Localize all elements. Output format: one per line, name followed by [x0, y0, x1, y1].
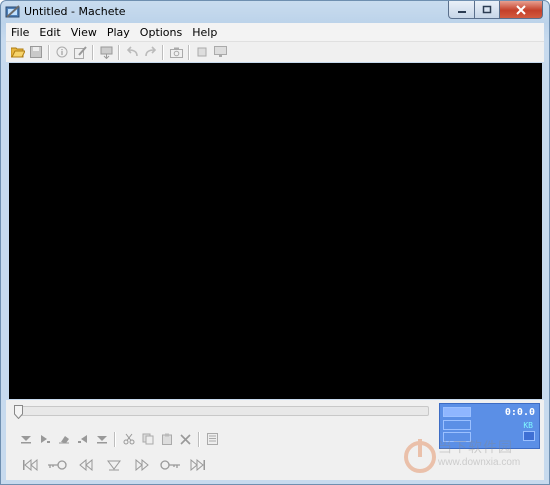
save-icon: [30, 46, 42, 58]
maximize-button[interactable]: [475, 1, 500, 19]
cut-button[interactable]: [119, 430, 138, 448]
rewind-icon: [79, 459, 93, 471]
down-triangle-icon: [107, 460, 121, 471]
menu-bar: File Edit View Play Options Help: [6, 23, 544, 41]
goto-selection-end-button[interactable]: [73, 430, 92, 448]
go-to-start-button[interactable]: [16, 456, 44, 474]
set-position-button[interactable]: [100, 456, 128, 474]
key-left-icon: [48, 460, 67, 470]
window-title: Untitled - Machete: [24, 5, 126, 18]
step-back-button[interactable]: [72, 456, 100, 474]
edit-tags-button[interactable]: [71, 43, 89, 61]
menu-help[interactable]: Help: [187, 26, 222, 39]
maximize-icon: [482, 5, 492, 13]
save-button[interactable]: [27, 43, 45, 61]
mark-in-icon: [20, 436, 31, 444]
previous-keyframe-button[interactable]: [44, 456, 72, 474]
menu-view[interactable]: View: [66, 26, 102, 39]
eraser-icon: [58, 436, 69, 444]
clear-selection-button[interactable]: [54, 430, 73, 448]
snapshot-icon: [169, 47, 183, 58]
mark-out-icon: [96, 436, 107, 444]
goto-start-icon: [40, 435, 50, 443]
info-icon: [56, 46, 68, 58]
watermark-cn-text: 当下软件园: [438, 439, 513, 455]
minimize-button[interactable]: [448, 1, 475, 19]
goto-end-icon: [77, 435, 87, 443]
menu-file[interactable]: File: [6, 26, 34, 39]
copy-icon: [142, 433, 153, 445]
time-display: 0:0.0: [504, 407, 535, 418]
minimize-icon: [457, 10, 466, 13]
size-unit-label: KB: [523, 421, 533, 430]
snapshot-button[interactable]: [167, 43, 185, 61]
app-window: Untitled - Machete File Edit View Play O…: [0, 0, 550, 485]
close-button[interactable]: [500, 1, 543, 19]
edit-toolbar: [16, 430, 222, 448]
mark-in-button[interactable]: [16, 430, 35, 448]
undo-icon: [126, 46, 138, 57]
counter-indicator: [443, 407, 471, 417]
fullscreen-button[interactable]: [211, 43, 229, 61]
goto-selection-start-button[interactable]: [35, 430, 54, 448]
properties-button[interactable]: [203, 430, 222, 448]
position-slider[interactable]: [16, 406, 429, 416]
delete-button[interactable]: [176, 430, 195, 448]
paste-icon: [161, 433, 172, 445]
title-bar[interactable]: Untitled - Machete: [1, 1, 549, 23]
watermark: 当下软件园 www.downxia.com: [401, 431, 549, 484]
menu-options[interactable]: Options: [135, 26, 187, 39]
position-slider-thumb[interactable]: [14, 404, 23, 420]
delete-icon: [180, 433, 191, 445]
counter-field: [443, 420, 471, 430]
paste-button[interactable]: [157, 430, 176, 448]
skip-start-icon: [23, 459, 38, 471]
fast-forward-icon: [135, 459, 149, 471]
watermark-logo: [404, 439, 436, 473]
export-icon: [100, 46, 112, 59]
key-right-icon: [160, 460, 180, 470]
next-keyframe-button[interactable]: [156, 456, 184, 474]
open-icon: [11, 47, 25, 58]
edit-tags-icon: [73, 45, 87, 59]
playback-controls: [16, 456, 212, 474]
redo-icon: [144, 46, 156, 57]
step-forward-button[interactable]: [128, 456, 156, 474]
copy-button[interactable]: [138, 430, 157, 448]
redo-button[interactable]: [141, 43, 159, 61]
go-to-end-button[interactable]: [184, 456, 212, 474]
menu-edit[interactable]: Edit: [34, 26, 65, 39]
scissors-icon: [123, 433, 134, 445]
machete-app-icon: [5, 4, 21, 20]
undo-button[interactable]: [123, 43, 141, 61]
watermark-url-text: www.downxia.com: [438, 457, 521, 468]
open-button[interactable]: [9, 43, 27, 61]
export-button[interactable]: [97, 43, 115, 61]
skip-end-icon: [190, 459, 205, 471]
menu-play[interactable]: Play: [102, 26, 135, 39]
crop-button[interactable]: [193, 43, 211, 61]
toolbar: [6, 41, 544, 62]
video-display[interactable]: [9, 63, 542, 399]
list-icon: [207, 433, 218, 445]
mark-out-button[interactable]: [92, 430, 111, 448]
info-button[interactable]: [53, 43, 71, 61]
close-icon: [516, 4, 526, 15]
fullscreen-icon: [213, 46, 227, 57]
crop-icon: [197, 47, 207, 57]
